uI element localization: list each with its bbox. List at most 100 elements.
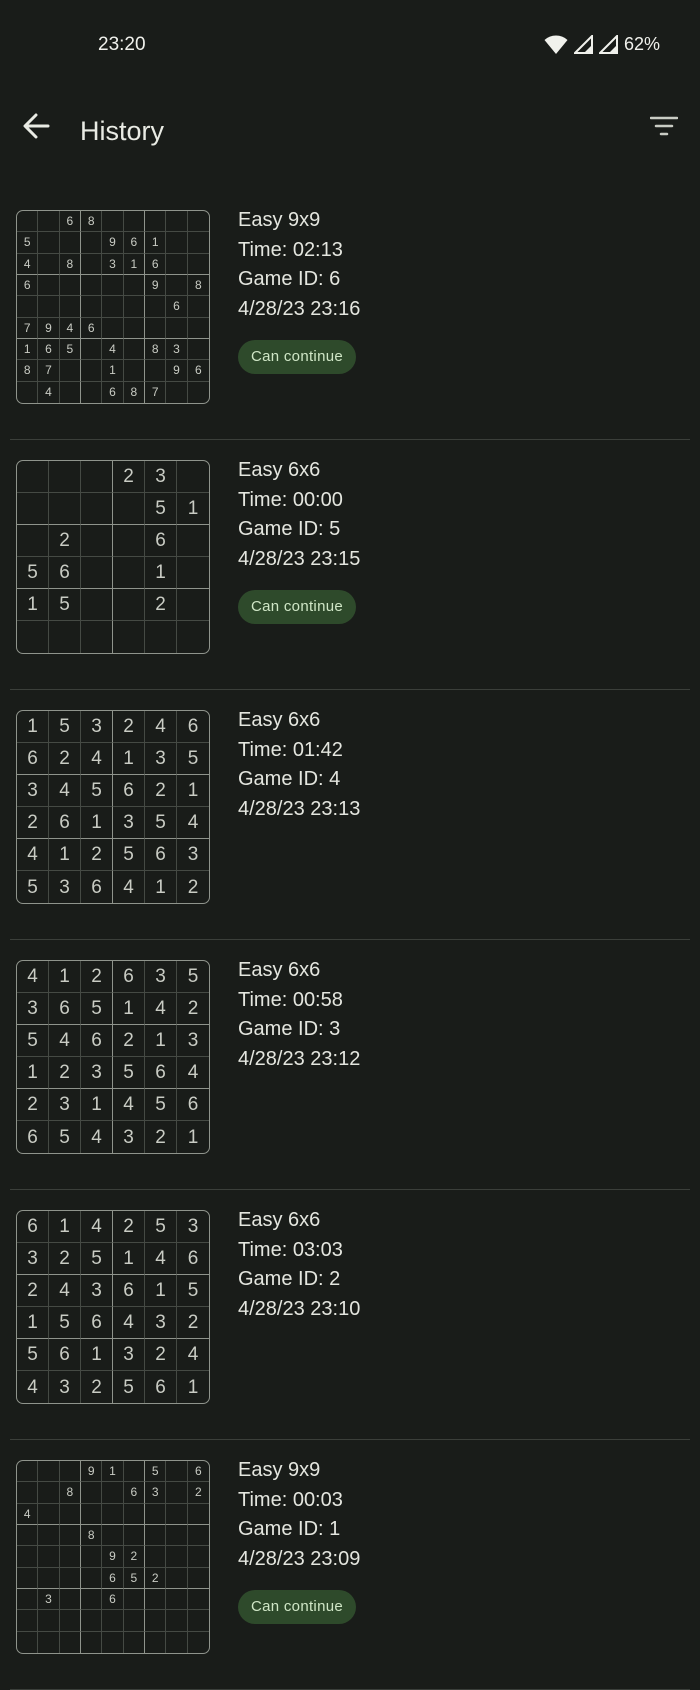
board-cell: 5 bbox=[145, 1089, 177, 1121]
board-cell: 4 bbox=[177, 1057, 209, 1089]
board-cell: 4 bbox=[81, 1211, 113, 1243]
board-cell bbox=[81, 253, 103, 275]
board-cell bbox=[17, 1546, 39, 1568]
board-cell bbox=[38, 296, 60, 318]
board-cell: 1 bbox=[145, 557, 177, 589]
board-cell: 8 bbox=[17, 360, 39, 382]
board-cell: 2 bbox=[49, 1243, 81, 1275]
board-cell: 7 bbox=[38, 360, 60, 382]
board-cell: 5 bbox=[113, 1057, 145, 1089]
board-cell bbox=[81, 1503, 103, 1525]
sudoku-board-thumbnail: 91568632489265236 bbox=[16, 1460, 210, 1654]
board-cell: 2 bbox=[17, 807, 49, 839]
game-id: Game ID: 6 bbox=[238, 268, 341, 290]
board-cell bbox=[187, 254, 209, 275]
board-cell: 4 bbox=[49, 1025, 81, 1057]
board-cell bbox=[123, 1525, 145, 1547]
board-cell bbox=[59, 1503, 81, 1525]
board-cell: 2 bbox=[81, 961, 113, 993]
back-button[interactable] bbox=[18, 110, 54, 146]
board-cell bbox=[187, 339, 209, 361]
board-cell: 6 bbox=[187, 1461, 209, 1483]
board-cell: 4 bbox=[81, 743, 113, 775]
board-cell: 2 bbox=[145, 1121, 177, 1153]
board-cell: 3 bbox=[102, 253, 124, 275]
board-cell: 4 bbox=[145, 1243, 177, 1275]
board-cell: 5 bbox=[145, 1211, 177, 1243]
board-cell: 3 bbox=[81, 1275, 113, 1307]
board-cell: 2 bbox=[49, 1057, 81, 1089]
board-cell: 9 bbox=[102, 1546, 124, 1568]
board-cell bbox=[81, 493, 113, 525]
board-cell: 8 bbox=[81, 211, 103, 233]
board-cell: 4 bbox=[38, 381, 60, 403]
can-continue-button[interactable]: Can continue bbox=[238, 1590, 356, 1624]
game-date: 4/28/23 23:12 bbox=[238, 1047, 361, 1070]
board-cell: 1 bbox=[123, 253, 145, 275]
board-cell: 1 bbox=[81, 1089, 113, 1121]
history-item[interactable]: 6 1 4 2 5 3 3 2 5 1 4 6 2 4 3 6 1 5 1 5 6 4 3 2 5 6 1 3 2 4 4 3 2 5 6 1 Easy… bbox=[0, 1190, 700, 1440]
board-cell: 1 bbox=[17, 1307, 49, 1339]
history-item[interactable]: 1 5 3 2 4 6 6 2 4 1 3 5 3 4 5 6 2 1 2 6 1 3 5 4 4 1 2 5 6 3 5 3 6 4 1 2 Easy… bbox=[0, 690, 700, 940]
board-cell bbox=[38, 232, 60, 254]
board-cell: 9 bbox=[38, 317, 60, 339]
board-cell: 1 bbox=[17, 589, 49, 621]
board-cell: 4 bbox=[145, 711, 177, 743]
board-cell: 6 bbox=[187, 360, 209, 382]
board-cell bbox=[81, 589, 113, 621]
board-cell: 3 bbox=[17, 1243, 49, 1275]
history-item[interactable]: 6 8 5 9 6 1 4 8 3 1 6 6 9 8 6 7 9 4 6 1 6 5 4 8 3 8 7 1 9 6 4 6 8 7 Easy 9… bbox=[0, 190, 700, 440]
board-cell: 2 bbox=[17, 1089, 49, 1121]
board-cell bbox=[102, 317, 124, 339]
board-cell: 1 bbox=[145, 1275, 177, 1307]
can-continue-button[interactable]: Can continue bbox=[238, 340, 356, 374]
can-continue-button[interactable]: Can continue bbox=[238, 590, 356, 624]
board-cell: 1 bbox=[113, 993, 145, 1025]
board-cell bbox=[38, 1610, 60, 1632]
board-cell bbox=[166, 1631, 188, 1653]
board-cell: 5 bbox=[17, 232, 39, 254]
board-cell: 2 bbox=[145, 775, 177, 807]
game-time: Time: 00:00 bbox=[238, 488, 343, 511]
board-cell bbox=[113, 621, 145, 653]
board-cell: 5 bbox=[113, 839, 145, 871]
board-cell bbox=[102, 1482, 124, 1504]
game-info: Easy 6x6 Time: 01:42 Game ID: 4 4/28/23 23:… bbox=[238, 706, 360, 824]
history-item[interactable]: 2 3 5 1 2 6 5 6 1 1 5 2 Easy 6x6 Time: 00:00 Game ID: … bbox=[0, 440, 700, 690]
board-cell bbox=[123, 1461, 145, 1483]
board-cell bbox=[177, 621, 209, 653]
board-cell: 8 bbox=[59, 253, 81, 275]
history-item[interactable]: 4 1 2 6 3 5 3 6 5 1 4 2 5 4 6 2 1 3 1 2 3 5 6 4 2 3 1 4 5 6 6 5 4 3 2 1 Easy… bbox=[0, 940, 700, 1190]
board-cell: 3 bbox=[177, 1025, 209, 1057]
arrow-left-icon bbox=[22, 112, 50, 145]
board-cell: 1 bbox=[187, 1126, 199, 1148]
board-cell: 3 bbox=[49, 1371, 81, 1403]
board-cell: 1 bbox=[49, 839, 81, 871]
filter-button[interactable] bbox=[646, 110, 682, 146]
board-cell: 6 bbox=[17, 1211, 49, 1243]
board-cell: 3 bbox=[49, 1089, 81, 1121]
board-cell bbox=[81, 525, 113, 557]
board-cell bbox=[17, 525, 49, 557]
board-cell bbox=[59, 296, 81, 318]
board-cell: 3 bbox=[145, 961, 177, 993]
history-list: 6 8 5 9 6 1 4 8 3 1 6 6 9 8 6 7 9 4 6 1 6 5 4 8 3 8 7 1 9 6 4 6 8 7 Easy 9… bbox=[0, 190, 700, 1690]
sudoku-board-thumbnail: 412635365142546213123564231456654321 bbox=[16, 960, 210, 1154]
history-item[interactable]: 9 1 5 6 8 6 3 2 4 8 9 2 6 5 2 3 6 Easy 9x9 Time: 00:03 Game… bbox=[0, 1440, 700, 1690]
board-cell: 3 bbox=[81, 711, 113, 743]
board-cell bbox=[166, 1610, 188, 1632]
game-date: 4/28/23 23:16 bbox=[238, 297, 361, 320]
board-cell bbox=[177, 525, 209, 557]
board-cell: 6 bbox=[113, 1275, 145, 1307]
board-cell: 2 bbox=[145, 589, 177, 621]
board-cell: 3 bbox=[17, 775, 49, 807]
board-cell: 2 bbox=[123, 1546, 145, 1568]
board-cell bbox=[17, 1567, 39, 1589]
game-info: Easy 6x6 Time: 00:58 Game ID: 3 4/28/23 23:… bbox=[238, 956, 360, 1074]
board-cell: 2 bbox=[177, 993, 209, 1025]
game-date: 4/28/23 23:13 bbox=[238, 797, 361, 820]
game-id: Game ID: 2 bbox=[238, 1268, 341, 1290]
cell-signal-icon bbox=[598, 35, 618, 54]
board-cell bbox=[123, 1503, 145, 1525]
board-cell: 6 bbox=[81, 317, 103, 339]
